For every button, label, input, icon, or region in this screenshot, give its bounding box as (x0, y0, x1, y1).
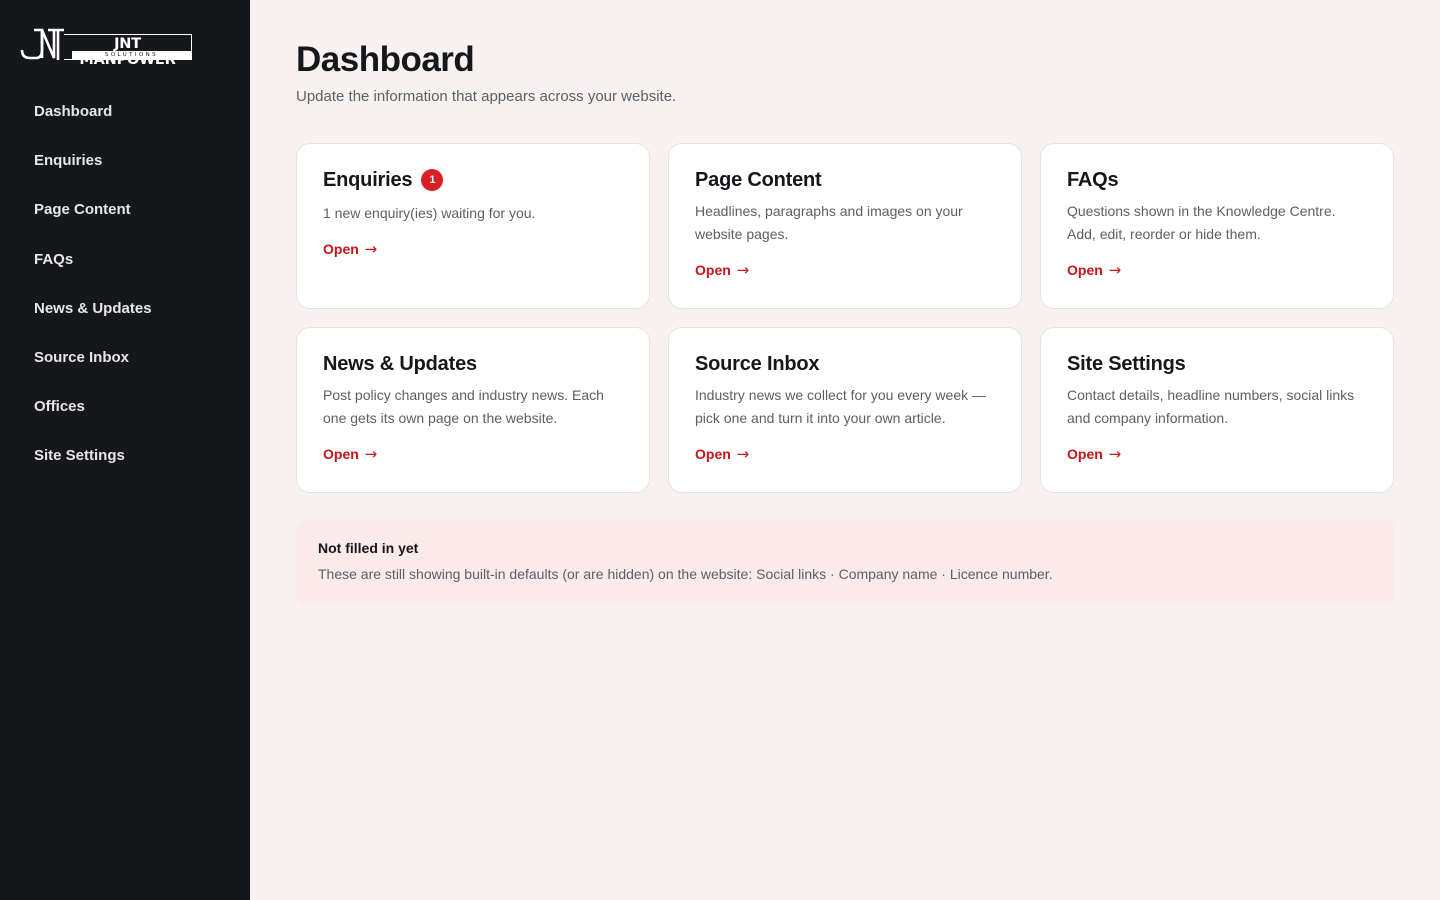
card-open-label: Open (323, 241, 359, 257)
card-description: Headlines, paragraphs and images on your… (695, 203, 963, 242)
card-faqs[interactable]: FAQs Questions shown in the Knowledge Ce… (1040, 143, 1394, 309)
card-title: Page Content (695, 168, 822, 191)
sidebar-item-page-content[interactable]: Page Content (14, 185, 236, 234)
card-open-link[interactable]: Open → (695, 261, 749, 279)
card-title-text: Enquiries (323, 168, 413, 191)
card-site-settings[interactable]: Site Settings Contact details, headline … (1040, 327, 1394, 493)
card-title: FAQs (1067, 168, 1119, 191)
arrow-right-icon: → (364, 445, 378, 463)
arrow-right-icon: → (364, 240, 378, 258)
jnt-monogram-icon (20, 28, 64, 60)
sidebar-item-news-updates[interactable]: News & Updates (14, 284, 236, 333)
card-news-updates[interactable]: News & Updates Post policy changes and i… (296, 327, 650, 493)
card-source-inbox[interactable]: Source Inbox Industry news we collect fo… (668, 327, 1022, 493)
arrow-right-icon: → (736, 261, 750, 279)
sidebar-item-dashboard[interactable]: Dashboard (14, 87, 236, 136)
brand-tagline: SOLUTIONS (72, 51, 191, 59)
notice-text: These are still showing built-in default… (318, 566, 1053, 582)
card-description: 1 new enquiry(ies) waiting for you. (323, 205, 536, 221)
sidebar: JNT MANPOWER SOLUTIONS Dashboard Enquiri… (0, 0, 250, 900)
card-open-label: Open (695, 446, 731, 462)
dashboard-cards: Enquiries 1 1 new enquiry(ies) waiting f… (296, 143, 1394, 493)
card-description: Questions shown in the Knowledge Centre.… (1067, 203, 1336, 242)
card-description: Post policy changes and industry news. E… (323, 387, 604, 426)
sidebar-item-site-settings[interactable]: Site Settings (14, 431, 236, 480)
card-title: Site Settings (1067, 352, 1186, 375)
sidebar-item-faqs[interactable]: FAQs (14, 235, 236, 284)
card-description: Industry news we collect for you every w… (695, 387, 987, 426)
card-title: Source Inbox (695, 352, 820, 375)
card-enquiries[interactable]: Enquiries 1 1 new enquiry(ies) waiting f… (296, 143, 650, 309)
card-description: Contact details, headline numbers, socia… (1067, 387, 1355, 426)
card-title: News & Updates (323, 352, 477, 375)
card-page-content[interactable]: Page Content Headlines, paragraphs and i… (668, 143, 1022, 309)
card-open-link[interactable]: Open → (323, 240, 377, 258)
card-open-link[interactable]: Open → (323, 445, 377, 463)
card-title: Enquiries 1 (323, 168, 623, 192)
sidebar-nav: Dashboard Enquiries Page Content FAQs Ne… (14, 87, 236, 481)
sidebar-item-offices[interactable]: Offices (14, 382, 236, 431)
notice-title: Not filled in yet (318, 540, 419, 556)
missing-info-notice: Not filled in yet These are still showin… (296, 520, 1394, 604)
arrow-right-icon: → (736, 445, 750, 463)
sidebar-item-source-inbox[interactable]: Source Inbox (14, 333, 236, 382)
card-open-label: Open (1067, 446, 1103, 462)
card-open-label: Open (323, 446, 359, 462)
brand-logo[interactable]: JNT MANPOWER SOLUTIONS (20, 26, 192, 68)
logo-wordmark: JNT MANPOWER SOLUTIONS (64, 34, 192, 68)
card-open-link[interactable]: Open → (1067, 261, 1121, 279)
page-subtitle: Update the information that appears acro… (296, 88, 677, 105)
card-open-link[interactable]: Open → (695, 445, 749, 463)
arrow-right-icon: → (1108, 261, 1122, 279)
page-title: Dashboard (296, 40, 475, 79)
sidebar-item-enquiries[interactable]: Enquiries (14, 136, 236, 185)
card-open-label: Open (695, 262, 731, 278)
new-enquiries-badge: 1 (421, 169, 444, 191)
card-open-label: Open (1067, 262, 1103, 278)
card-open-link[interactable]: Open → (1067, 445, 1121, 463)
main-content: Dashboard Update the information that ap… (250, 0, 1440, 900)
arrow-right-icon: → (1108, 445, 1122, 463)
